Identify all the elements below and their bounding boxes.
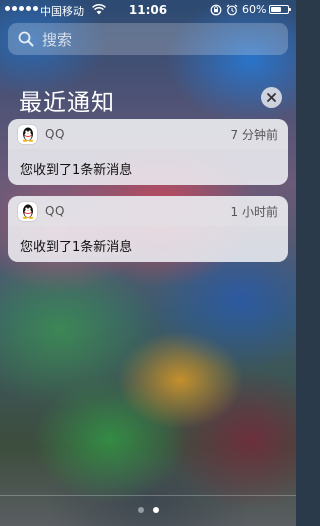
battery-percent: 60% <box>242 3 267 16</box>
app-name: QQ <box>45 127 65 141</box>
battery-icon <box>269 5 291 14</box>
notification-card[interactable]: QQ 1 小时前 您收到了1条新消息 <box>8 196 288 262</box>
notification-header: QQ 1 小时前 <box>8 196 288 226</box>
qq-penguin-icon <box>18 124 37 144</box>
search-icon <box>18 31 34 47</box>
divider <box>0 495 296 496</box>
clear-notifications-button[interactable] <box>261 87 282 108</box>
notification-header: QQ 7 分钟前 <box>8 119 288 149</box>
notification-time: 7 分钟前 <box>230 127 278 142</box>
page-dot-active[interactable] <box>152 507 159 513</box>
notification-time: 1 小时前 <box>230 204 278 219</box>
notification-message: 您收到了1条新消息 <box>20 163 133 178</box>
app-name: QQ <box>45 204 65 218</box>
page-indicator[interactable] <box>0 507 296 513</box>
search-placeholder: 搜索 <box>42 30 73 49</box>
notification-card[interactable]: QQ 7 分钟前 您收到了1条新消息 <box>8 119 288 185</box>
close-icon <box>267 93 276 102</box>
alarm-icon <box>226 4 238 16</box>
notification-message: 您收到了1条新消息 <box>20 240 133 255</box>
section-title: 最近通知 <box>19 90 115 116</box>
qq-penguin-icon <box>18 201 37 221</box>
page-dot[interactable] <box>137 507 144 513</box>
blurred-wallpaper <box>0 0 296 526</box>
rotation-lock-icon <box>210 4 222 16</box>
search-input[interactable]: 搜索 <box>8 23 288 55</box>
status-bar: 中国移动 11:06 60% <box>0 0 296 20</box>
